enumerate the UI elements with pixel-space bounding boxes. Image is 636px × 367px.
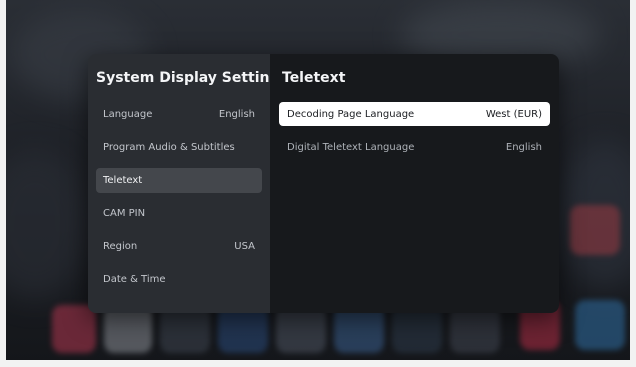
menu-title: System Display Settings — [96, 70, 288, 86]
setting-value: English — [505, 141, 542, 153]
menu-item-region[interactable]: Region USA — [96, 234, 262, 259]
menu-item-value: USA — [234, 241, 255, 252]
menu-item-label: Program Audio & Subtitles — [103, 142, 235, 153]
menu-item-teletext[interactable]: Teletext — [96, 168, 262, 193]
menu-item-date-time[interactable]: Date & Time — [96, 267, 262, 292]
setting-value: West (EUR) — [485, 108, 542, 120]
menu-item-label: CAM PIN — [103, 208, 146, 219]
menu-item-value: English — [218, 109, 255, 120]
menu-item-language[interactable]: Language English — [96, 102, 262, 127]
menu-item-program-audio-subtitles[interactable]: Program Audio & Subtitles — [96, 135, 262, 160]
menu-item-cam-pin[interactable]: CAM PIN — [96, 201, 262, 226]
settings-panel: System Display Settings Language English… — [88, 54, 559, 313]
settings-menu: System Display Settings Language English… — [88, 54, 288, 313]
menu-item-label: Language — [103, 109, 153, 120]
frame-edge-right — [630, 0, 636, 367]
frame-edge-left — [0, 0, 6, 367]
setting-digital-teletext-language[interactable]: Digital Teletext Language English — [279, 135, 550, 159]
pane-title: Teletext — [282, 70, 346, 86]
setting-decoding-page-language[interactable]: Decoding Page Language West (EUR) — [279, 102, 550, 126]
setting-label: Decoding Page Language — [287, 108, 415, 120]
setting-label: Digital Teletext Language — [287, 141, 415, 153]
menu-item-label: Teletext — [103, 175, 143, 186]
menu-item-label: Region — [103, 241, 138, 252]
menu-item-label: Date & Time — [103, 274, 166, 285]
frame-edge-bottom — [0, 360, 636, 367]
teletext-pane: Teletext Decoding Page Language West (EU… — [270, 54, 559, 313]
